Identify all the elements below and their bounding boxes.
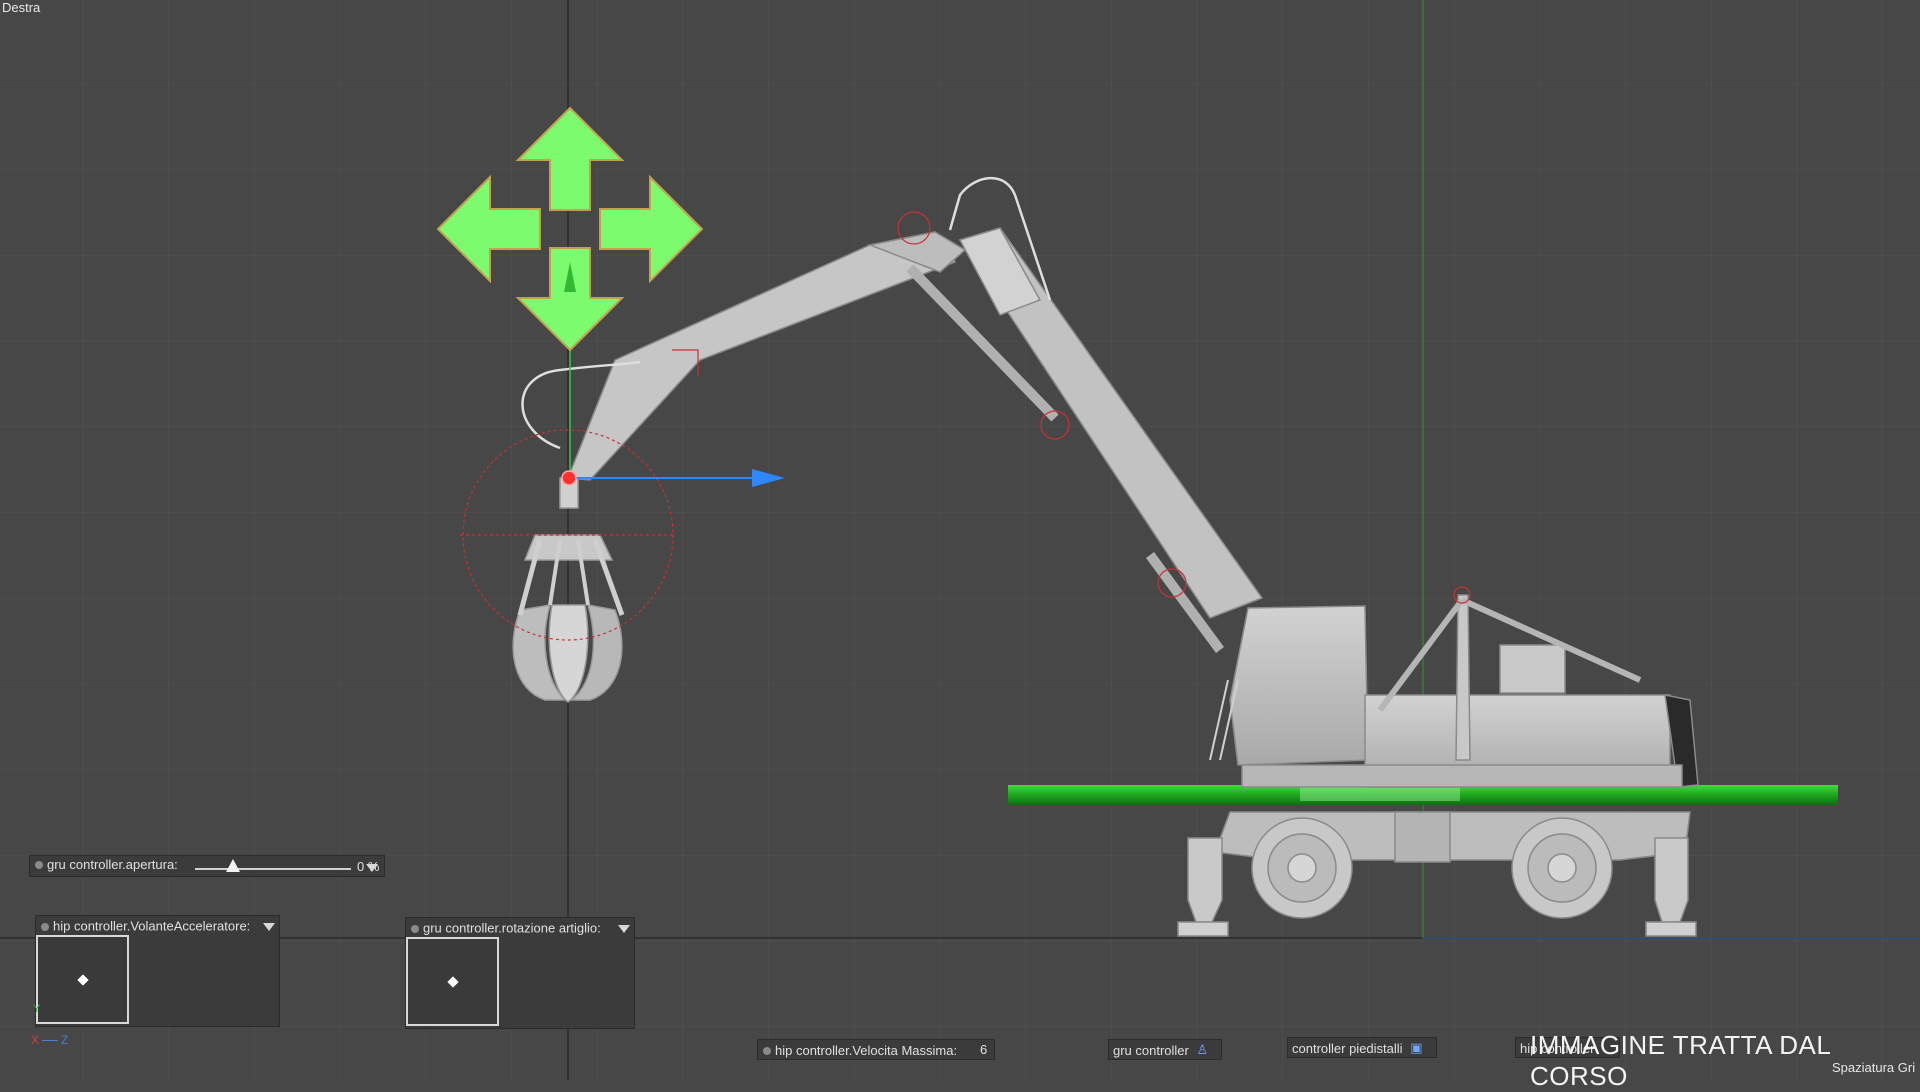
apertura-slider-track[interactable]	[195, 868, 351, 870]
rotazione-artiglio-hud[interactable]: gru controller.rotazione artiglio:	[405, 917, 635, 1029]
velocita-value[interactable]: 6	[980, 1040, 987, 1059]
object-icon: ▣	[1410, 1040, 1423, 1055]
controller-piedistalli-hud[interactable]: controller piedistalli ▣	[1287, 1037, 1437, 1058]
apertura-dropdown-icon[interactable]	[366, 864, 378, 872]
volante-pad-knob[interactable]	[77, 974, 89, 986]
grid-spacing-label: Spaziatura Gri	[1832, 1060, 1916, 1075]
hud-bullet-icon	[763, 1046, 771, 1055]
outrigger-left	[1187, 837, 1223, 923]
apertura-slider-thumb[interactable]	[226, 859, 240, 872]
apertura-label: gru controller.apertura:	[47, 857, 178, 873]
viewport-title: Destra	[2, 0, 41, 15]
volante-pad[interactable]	[36, 935, 129, 1024]
volante-dropdown-icon[interactable]	[263, 923, 275, 931]
volante-acceleratore-hud[interactable]: hip controller.VolanteAcceleratore:	[35, 915, 280, 1027]
wheel-front	[1251, 817, 1353, 919]
axis-indicator-x: X	[31, 1033, 40, 1047]
velocita-label: hip controller.Velocita Massima:	[775, 1043, 958, 1059]
cab	[1229, 605, 1369, 766]
axis-indicator-z: Z	[61, 1033, 69, 1047]
outrigger-right	[1654, 837, 1689, 923]
scene-canvas[interactable]	[0, 0, 1920, 1080]
velocita-massima-hud[interactable]: hip controller.Velocita Massima: 6	[757, 1039, 995, 1060]
grid-floor	[0, 0, 1920, 1080]
wheel-rear	[1511, 817, 1613, 919]
rotazione-dropdown-icon[interactable]	[618, 925, 630, 933]
axis-indicator-y: Y	[33, 1003, 41, 1015]
piedistalli-label: controller piedistalli	[1292, 1041, 1403, 1057]
pivot-point[interactable]	[561, 470, 577, 486]
rotazione-pad-knob[interactable]	[447, 976, 459, 988]
gru-controller-hud[interactable]: gru controller ♙	[1108, 1039, 1222, 1060]
figure-icon: ♙	[1196, 1042, 1209, 1057]
rotazione-pad[interactable]	[406, 937, 499, 1026]
apertura-slider-hud[interactable]: gru controller.apertura: 0 %	[29, 855, 385, 877]
gru-controller-label: gru controller	[1113, 1043, 1189, 1059]
axis-indicator-line	[42, 1040, 58, 1041]
volante-label: hip controller.VolanteAcceleratore:	[53, 918, 251, 934]
hud-bullet-icon	[411, 924, 419, 933]
hud-bullet-icon	[35, 860, 43, 869]
viewport-3d[interactable]: Destra gru controller.apertura: 0 % hip …	[0, 0, 1920, 1091]
hud-bullet-icon	[41, 922, 49, 931]
rotazione-label: gru controller.rotazione artiglio:	[423, 920, 601, 936]
